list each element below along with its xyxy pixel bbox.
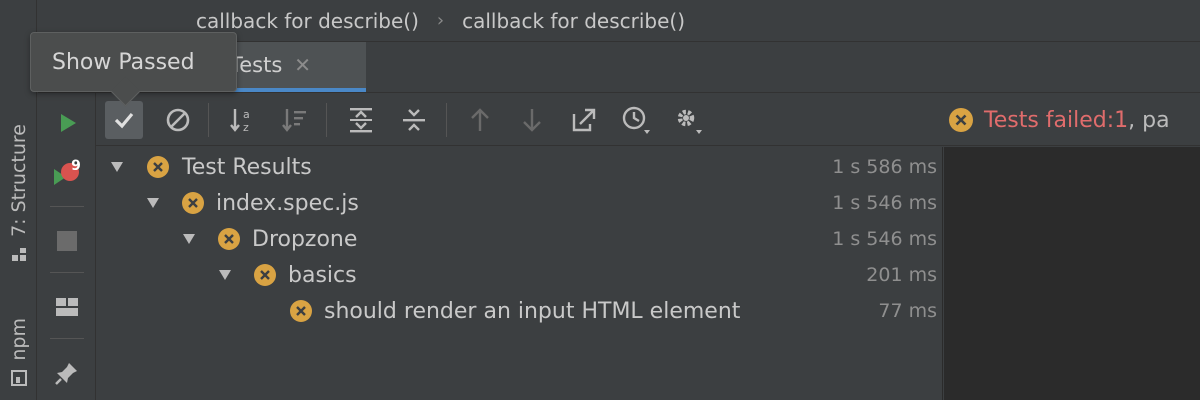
npm-icon (10, 369, 27, 386)
export-icon (572, 108, 596, 132)
tooltip: Show Passed (30, 32, 237, 92)
tree-row-label: Dropzone (252, 226, 358, 252)
chevron-right-icon: › (436, 10, 445, 31)
test-tree: Test Results 1 s 586 ms index.spec.js 1 … (96, 147, 943, 400)
divider (326, 103, 327, 137)
divider (446, 103, 447, 137)
show-passed-icon (114, 112, 134, 129)
console-output[interactable] (944, 147, 1200, 400)
layout-button[interactable] (51, 291, 83, 323)
rerun-failed-button[interactable]: 9 (51, 158, 83, 191)
rerun-failed-badge: 9 (71, 158, 81, 174)
previous-failed-icon (471, 108, 489, 131)
tooltip-text: Show Passed (52, 49, 195, 75)
failed-test-icon (182, 192, 204, 214)
run-actions-column: 9 (38, 92, 96, 400)
failed-test-icon (254, 264, 276, 286)
stop-button[interactable] (51, 225, 83, 257)
tree-row-duration: 201 ms (866, 264, 937, 286)
tree-row-label: should render an input HTML element (324, 298, 741, 324)
tree-row-label: basics (288, 262, 357, 288)
export-button[interactable] (565, 101, 603, 139)
test-status: Tests failed: 1, pa (948, 93, 1170, 147)
stop-icon (57, 231, 77, 251)
show-ignored-button[interactable] (159, 101, 197, 139)
tree-row-duration: 1 s 546 ms (832, 228, 937, 250)
svg-text:z: z (243, 121, 249, 134)
tree-row[interactable]: should render an input HTML element 77 m… (96, 293, 943, 329)
next-failed-icon (523, 109, 541, 132)
close-icon[interactable]: ✕ (294, 53, 311, 77)
sort-by-duration-button[interactable] (276, 101, 314, 139)
pin-button[interactable] (51, 357, 83, 389)
status-suffix: , pa (1128, 107, 1170, 133)
structure-tool-tab[interactable]: 7: Structure (0, 124, 37, 263)
tree-row-label: Test Results (182, 154, 312, 180)
structure-icon (11, 247, 26, 261)
show-passed-button[interactable] (105, 101, 143, 139)
tree-row-duration: 1 s 546 ms (832, 192, 937, 214)
expand-arrow-icon[interactable] (110, 160, 124, 174)
svg-text:a: a (243, 108, 250, 121)
test-toolbar: a z Tests failed: 1 , pa (96, 92, 1200, 146)
tree-row-label: index.spec.js (216, 190, 359, 216)
tree-row[interactable]: Test Results 1 s 586 ms (96, 149, 943, 185)
show-ignored-icon (166, 108, 190, 132)
failed-count: 1 (1114, 107, 1129, 133)
expand-all-icon (350, 108, 372, 133)
divider (208, 103, 209, 137)
sort-by-duration-icon (282, 109, 306, 132)
structure-tab-label: 7: Structure (7, 124, 30, 237)
next-failed-button[interactable] (513, 101, 551, 139)
expand-arrow-icon[interactable] (146, 196, 160, 210)
settings-icon (677, 109, 702, 134)
test-history-button[interactable] (617, 101, 655, 139)
tree-row[interactable]: Dropzone 1 s 546 ms (96, 221, 943, 257)
rerun-button[interactable] (51, 107, 83, 139)
tree-row-duration: 1 s 586 ms (832, 156, 937, 178)
expand-all-button[interactable] (342, 101, 380, 139)
breadcrumb-item[interactable]: callback for describe() (462, 9, 685, 33)
collapse-all-icon (403, 109, 425, 131)
expand-arrow-icon[interactable] (218, 268, 232, 282)
expand-arrow-icon[interactable] (182, 232, 196, 246)
divider (50, 272, 84, 273)
npm-tab-label: npm (7, 318, 30, 361)
failed-test-icon (949, 108, 973, 132)
npm-tool-tab[interactable]: npm (0, 318, 37, 387)
tree-row[interactable]: index.spec.js 1 s 546 ms (96, 185, 943, 221)
breadcrumb-item[interactable]: callback for describe() (196, 9, 419, 33)
pin-icon (55, 363, 77, 385)
tab-label: Tests (230, 53, 283, 77)
previous-failed-button[interactable] (461, 101, 499, 139)
layout-icon (56, 298, 78, 316)
settings-button[interactable] (669, 101, 707, 139)
tree-row[interactable]: basics 201 ms (96, 257, 943, 293)
sort-alphabetically-icon: a z (230, 108, 250, 134)
failed-test-icon (290, 300, 312, 322)
divider (50, 206, 84, 207)
collapse-all-button[interactable] (395, 101, 433, 139)
failed-test-icon (218, 228, 240, 250)
divider (50, 338, 84, 339)
run-icon (61, 114, 76, 132)
tree-row-duration: 77 ms (878, 300, 937, 322)
test-history-icon (622, 106, 650, 134)
failed-test-icon (147, 156, 169, 178)
sort-alphabetically-button[interactable]: a z (224, 101, 262, 139)
status-prefix: Tests failed: (984, 107, 1115, 133)
